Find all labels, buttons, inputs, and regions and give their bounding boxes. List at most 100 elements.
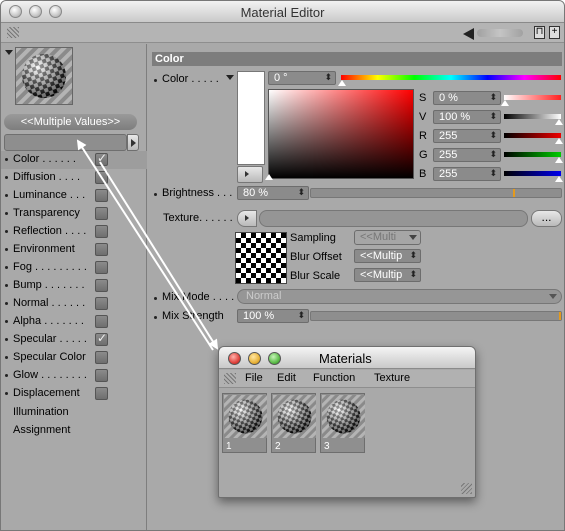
menu-texture[interactable]: Texture [374, 372, 410, 384]
channel-item[interactable]: Reflection . . . . [1, 223, 147, 241]
materials-zoom-button[interactable] [268, 352, 281, 365]
material-thumbnail[interactable]: 2 [271, 393, 316, 453]
g-field[interactable]: 255 [433, 148, 501, 162]
blur-offset-field[interactable]: <<Multip [354, 249, 421, 263]
g-label: G [419, 149, 428, 161]
channel-checkbox[interactable] [95, 369, 108, 382]
materials-minimize-button[interactable] [248, 352, 261, 365]
channel-item[interactable]: Luminance . . . [1, 187, 147, 205]
channel-checkbox[interactable] [95, 279, 108, 292]
g-marker-icon[interactable] [554, 156, 564, 163]
channel-item[interactable]: Transparency [1, 205, 147, 223]
chevron-down-icon [549, 294, 557, 299]
material-name-field[interactable] [4, 134, 127, 151]
channel-label: Reflection . . . . [13, 225, 87, 237]
channel-checkbox[interactable] [95, 261, 108, 274]
new-window-icon[interactable]: + [549, 26, 560, 39]
color-swatch[interactable] [237, 71, 265, 165]
channel-item[interactable]: Environment [1, 241, 147, 259]
blur-scale-field[interactable]: <<Multip [354, 268, 421, 282]
bullet-icon [5, 338, 8, 341]
texture-menu-button[interactable] [237, 210, 257, 227]
channel-checkbox[interactable] [95, 207, 108, 220]
channel-item[interactable]: Specular Color [1, 349, 147, 367]
channel-checkbox[interactable] [95, 387, 108, 400]
r-slider[interactable] [504, 133, 561, 138]
v-field[interactable]: 100 % [433, 110, 501, 124]
material-number: 2 [275, 441, 281, 452]
channel-item[interactable]: Displacement [1, 385, 147, 403]
lock-icon[interactable]: ⊓ [534, 26, 545, 39]
illumination-item[interactable]: Illumination [13, 406, 69, 418]
materials-title-bar[interactable]: Materials [219, 347, 475, 369]
materials-close-button[interactable] [228, 352, 241, 365]
channel-item[interactable]: Specular . . . . . [1, 331, 147, 349]
v-slider[interactable] [504, 114, 561, 119]
menu-file[interactable]: File [245, 372, 263, 384]
channel-panel: <<Multiple Values>> Color . . . . . . Dif… [1, 44, 147, 530]
resize-grip-icon[interactable] [461, 483, 472, 494]
channel-item[interactable]: Fog . . . . . . . . . [1, 259, 147, 277]
channel-checkbox[interactable] [95, 315, 108, 328]
b-slider[interactable] [504, 171, 561, 176]
menu-edit[interactable]: Edit [277, 372, 296, 384]
hue-marker-icon[interactable] [337, 79, 347, 86]
material-thumbnail[interactable]: 1 [222, 393, 267, 453]
channel-checkbox[interactable] [95, 331, 108, 346]
title-bar[interactable]: Material Editor [1, 1, 564, 23]
picker-marker-icon[interactable] [264, 173, 274, 180]
r-field[interactable]: 255 [433, 129, 501, 143]
r-marker-icon[interactable] [554, 137, 564, 144]
channel-item[interactable]: Diffusion . . . . [1, 169, 147, 187]
texture-preview [235, 232, 287, 284]
channel-checkbox[interactable] [95, 151, 108, 166]
channel-item[interactable]: Color . . . . . . [1, 151, 147, 169]
channel-item[interactable]: Alpha . . . . . . . [1, 313, 147, 331]
channel-item[interactable]: Normal . . . . . . [1, 295, 147, 313]
mix-strength-slider[interactable] [310, 311, 562, 321]
channel-checkbox[interactable] [95, 189, 108, 202]
mix-strength-field[interactable]: 100 % [237, 309, 309, 323]
history-icon[interactable] [477, 29, 523, 37]
channel-checkbox[interactable] [95, 225, 108, 238]
sampling-value: <<Multi [360, 231, 397, 243]
grip-icon[interactable] [7, 27, 19, 38]
channel-checkbox[interactable] [95, 171, 108, 184]
texture-field[interactable] [259, 210, 528, 227]
g-slider[interactable] [504, 152, 561, 157]
channel-checkbox[interactable] [95, 297, 108, 310]
material-thumbnail[interactable]: 3 [320, 393, 365, 453]
material-menu-button[interactable] [127, 134, 139, 151]
hue-slider[interactable] [341, 75, 561, 80]
channel-checkbox[interactable] [95, 243, 108, 256]
channel-item[interactable]: Glow . . . . . . . . [1, 367, 147, 385]
b-field[interactable]: 255 [433, 167, 501, 181]
hue-field[interactable]: 0 ° [268, 71, 336, 85]
mix-mode-dropdown[interactable]: Normal [237, 289, 562, 304]
assignment-item[interactable]: Assignment [13, 424, 70, 436]
saturation-value-picker[interactable] [268, 89, 414, 179]
grip-icon[interactable] [224, 373, 236, 384]
brightness-marker[interactable] [513, 189, 515, 197]
bullet-icon [5, 194, 8, 197]
s-field[interactable]: 0 % [433, 91, 501, 105]
swatch-expand-button[interactable] [237, 166, 263, 183]
menu-function[interactable]: Function [313, 372, 355, 384]
v-marker-icon[interactable] [554, 118, 564, 125]
color-menu-icon[interactable] [226, 75, 234, 80]
channel-checkbox[interactable] [95, 351, 108, 364]
brightness-slider[interactable] [310, 188, 562, 198]
s-slider[interactable] [504, 95, 561, 100]
brightness-field[interactable]: 80 % [237, 186, 309, 200]
back-arrow-icon[interactable] [463, 28, 474, 40]
sampling-dropdown[interactable]: <<Multi [354, 230, 421, 245]
b-marker-icon[interactable] [554, 175, 564, 182]
s-marker-icon[interactable] [500, 99, 510, 106]
bullet-icon [154, 316, 157, 319]
material-preview[interactable] [15, 47, 73, 105]
channel-item[interactable]: Bump . . . . . . . [1, 277, 147, 295]
material-number: 1 [226, 441, 232, 452]
collapse-icon[interactable] [5, 50, 13, 55]
texture-browse-button[interactable]: ... [531, 210, 562, 227]
mix-strength-marker[interactable] [559, 312, 561, 320]
